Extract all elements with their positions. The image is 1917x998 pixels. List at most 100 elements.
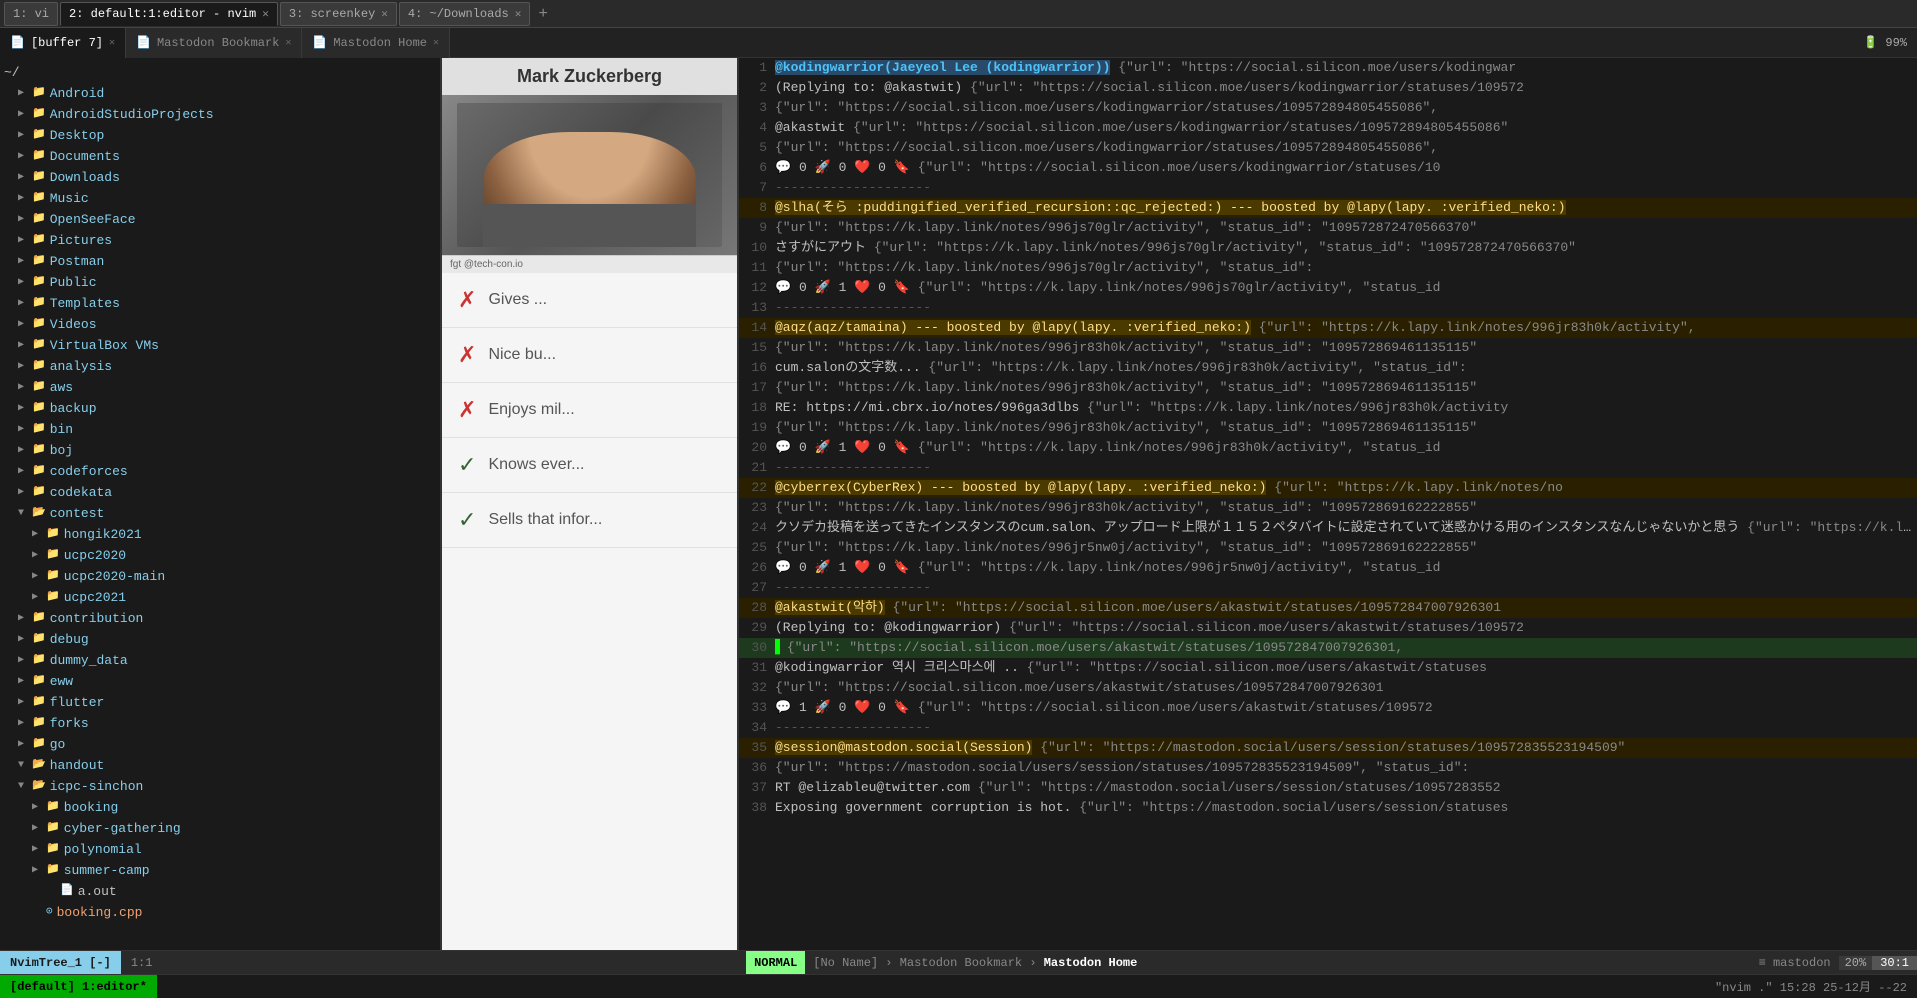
list-item[interactable]: ▶ 📁hongik2021 (0, 524, 440, 545)
tmux-session-label: [default] 1:editor* (0, 975, 157, 998)
buffer-tab-3[interactable]: 📄 Mastodon Home ✕ (302, 28, 450, 58)
code-line-7: 7 -------------------- (739, 178, 1917, 198)
code-line-6: 6 💬 0 🚀 0 ❤️ 0 🔖 {"url": "https://social… (739, 158, 1917, 178)
buffer-tab-2[interactable]: 📄 Mastodon Bookmark ✕ (126, 28, 302, 58)
buffer-1-icon: 📄 (10, 35, 25, 50)
x-icon-2: ✗ (458, 342, 476, 368)
tab-3-label: 3: screenkey (289, 7, 375, 21)
list-item[interactable]: ▶ 📁ucpc2020-main (0, 566, 440, 587)
list-item[interactable]: ▶ 📁AndroidStudioProjects (0, 104, 440, 125)
presentation-title: Mark Zuckerberg (442, 58, 737, 95)
status-path: [No Name] › Mastodon Bookmark › Mastodon… (805, 956, 1145, 970)
code-line-11: 11 {"url": "https://k.lapy.link/notes/99… (739, 258, 1917, 278)
pres-text-1: Gives ... (488, 291, 547, 309)
list-item[interactable]: ▶ 📁bin (0, 419, 440, 440)
list-item[interactable]: ▶ 📁booking (0, 797, 440, 818)
list-item[interactable]: ▶ 📁Templates (0, 293, 440, 314)
code-panel[interactable]: 1 @kodingwarrior(Jaeyeol Lee (kodingwarr… (739, 58, 1917, 950)
tab-2-label: 2: default:1:editor - nvim (69, 7, 256, 21)
pres-item-4: ✓ Knows ever... (442, 438, 737, 493)
list-item[interactable]: ▶ 📁Postman (0, 251, 440, 272)
list-item[interactable]: ▶ 📁Android (0, 83, 440, 104)
list-item[interactable]: ▶ 📁contribution (0, 608, 440, 629)
tab-4-close[interactable]: ✕ (515, 7, 522, 21)
file-tree[interactable]: ~/ ▶ 📁Android ▶ 📁AndroidStudioProjects ▶… (0, 58, 440, 950)
code-line-25: 25 {"url": "https://k.lapy.link/notes/99… (739, 538, 1917, 558)
list-item[interactable]: ▶ 📁analysis (0, 356, 440, 377)
list-item[interactable]: ▶ 📁ucpc2020 (0, 545, 440, 566)
list-item[interactable]: ▶ 📁backup (0, 398, 440, 419)
list-item[interactable]: 📄a.out (0, 881, 440, 902)
list-item[interactable]: ▶ 📁Music (0, 188, 440, 209)
tree-root: ~/ (0, 62, 440, 83)
buffer-3-label: Mastodon Home (333, 36, 427, 50)
presentation-panel: Mark Zuckerberg fgt @tech-con.io ✗ Gives… (442, 58, 737, 950)
list-item[interactable]: ▶ 📁flutter (0, 692, 440, 713)
tab-1[interactable]: 1: vi (4, 2, 58, 26)
list-item[interactable]: ▶ 📁summer-camp (0, 860, 440, 881)
tab-3[interactable]: 3: screenkey ✕ (280, 2, 397, 26)
list-item[interactable]: ▶ 📁Videos (0, 314, 440, 335)
code-line-22: 22 @cyberrex(CyberRex) --- boosted by @l… (739, 478, 1917, 498)
tab-bar: 1: vi 2: default:1:editor - nvim ✕ 3: sc… (0, 0, 1917, 28)
buffer-2-close[interactable]: ✕ (285, 37, 291, 49)
tab-2[interactable]: 2: default:1:editor - nvim ✕ (60, 2, 278, 26)
list-item[interactable]: ▼ 📂handout (0, 755, 440, 776)
list-item[interactable]: ▶ 📁Desktop (0, 125, 440, 146)
code-line-16: 16 cum.salonの文字数... {"url": "https://k.l… (739, 358, 1917, 378)
list-item[interactable]: ▶ 📁forks (0, 713, 440, 734)
new-tab-button[interactable]: + (532, 5, 554, 23)
mode-indicator: NORMAL (746, 951, 805, 974)
nvim-status-bar: NvimTree_1 [-] 1:1 NORMAL [No Name] › Ma… (0, 950, 1917, 974)
tab-4-label: 4: ~/Downloads (408, 7, 509, 21)
code-line-37: 37 RT @elizableu@twitter.com {"url": "ht… (739, 778, 1917, 798)
list-item[interactable]: ▶ 📁eww (0, 671, 440, 692)
list-item[interactable]: ▶ 📁boj (0, 440, 440, 461)
list-item[interactable]: ▶ 📁go (0, 734, 440, 755)
presentation-url: fgt @tech-con.io (442, 255, 737, 273)
tab-2-close[interactable]: ✕ (262, 7, 269, 21)
list-item[interactable]: ▶ 📁OpenSeeFace (0, 209, 440, 230)
x-icon-3: ✗ (458, 397, 476, 423)
list-item[interactable]: ▶ 📁VirtualBox VMs (0, 335, 440, 356)
list-item[interactable]: ▶ 📁ucpc2021 (0, 587, 440, 608)
presentation-image (442, 95, 737, 255)
code-line-29: 29 (Replying to: @kodingwarrior) {"url":… (739, 618, 1917, 638)
list-item[interactable]: ▶ 📁polynomial (0, 839, 440, 860)
list-item[interactable]: ⊙booking.cpp (0, 902, 440, 923)
list-item[interactable]: ▶ 📁codekata (0, 482, 440, 503)
buffer-tab-1[interactable]: 📄 [buffer 7] ✕ (0, 28, 126, 58)
list-item[interactable]: ▶ 📁codeforces (0, 461, 440, 482)
code-line-3: 3 {"url": "https://social.silicon.moe/us… (739, 98, 1917, 118)
nvimtree-label: NvimTree_1 [-] (0, 951, 121, 974)
code-line-17: 17 {"url": "https://k.lapy.link/notes/99… (739, 378, 1917, 398)
buffer-3-close[interactable]: ✕ (433, 37, 439, 49)
tab-3-close[interactable]: ✕ (381, 7, 388, 21)
list-item[interactable]: ▶ 📁Public (0, 272, 440, 293)
list-item[interactable]: ▶ 📁cyber-gathering (0, 818, 440, 839)
list-item[interactable]: ▶ 📁Downloads (0, 167, 440, 188)
code-line-15: 15 {"url": "https://k.lapy.link/notes/99… (739, 338, 1917, 358)
buffer-1-label: [buffer 7] (31, 36, 103, 50)
code-line-9: 9 {"url": "https://k.lapy.link/notes/996… (739, 218, 1917, 238)
code-line-12: 12 💬 0 🚀 1 ❤️ 0 🔖 {"url": "https://k.lap… (739, 278, 1917, 298)
list-item[interactable]: ▶ 📁aws (0, 377, 440, 398)
tab-1-label: 1: vi (13, 7, 49, 21)
scroll-percent: 20% (1839, 956, 1873, 970)
status-mid: 1:1 (121, 956, 746, 970)
list-item[interactable]: ▶ 📁Documents (0, 146, 440, 167)
code-line-23: 23 {"url": "https://k.lapy.link/notes/99… (739, 498, 1917, 518)
tab-4[interactable]: 4: ~/Downloads ✕ (399, 2, 530, 26)
buffer-1-close[interactable]: ✕ (109, 37, 115, 49)
code-line-34: 34 -------------------- (739, 718, 1917, 738)
buffer-2-label: Mastodon Bookmark (157, 36, 279, 50)
list-item[interactable]: ▼ 📂contest (0, 503, 440, 524)
pres-item-2: ✗ Nice bu... (442, 328, 737, 383)
list-item[interactable]: ▶ 📁dummy_data (0, 650, 440, 671)
code-line-4: 4 @akastwit {"url": "https://social.sili… (739, 118, 1917, 138)
list-item[interactable]: ▼ 📂icpc-sinchon (0, 776, 440, 797)
battery-indicator: 🔋 99% (1853, 35, 1917, 50)
list-item[interactable]: ▶ 📁Pictures (0, 230, 440, 251)
pres-item-5: ✓ Sells that infor... (442, 493, 737, 548)
list-item[interactable]: ▶ 📁debug (0, 629, 440, 650)
